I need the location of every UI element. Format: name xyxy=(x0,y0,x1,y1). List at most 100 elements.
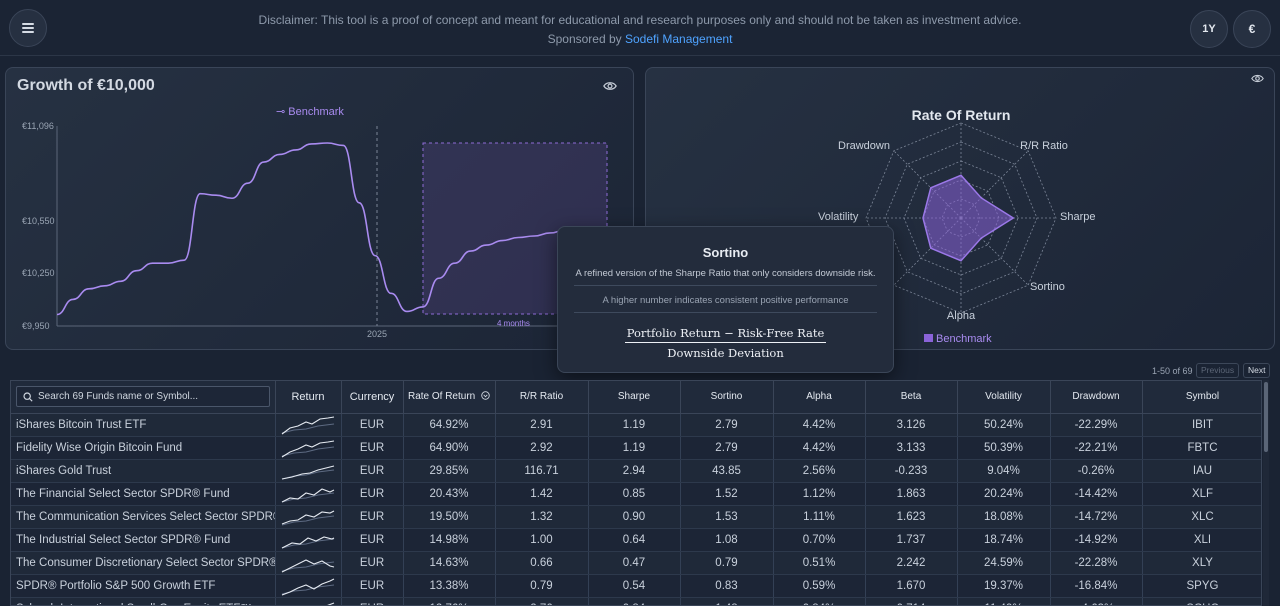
value-cell: 0.90 xyxy=(588,505,681,529)
value-cell: 2.76 xyxy=(495,597,589,605)
column-header[interactable]: Sortino xyxy=(680,381,774,414)
table-row[interactable]: Fidelity Wise Origin Bitcoin Fund EUR 64.9… xyxy=(11,436,1261,460)
column-header[interactable]: Currency xyxy=(341,381,404,414)
value-cell: 4.42% xyxy=(773,436,866,460)
return-sparkline xyxy=(281,510,335,525)
fund-name-cell: The Industrial Select Sector SPDR® Fund xyxy=(11,528,276,552)
search-box[interactable] xyxy=(16,386,270,408)
value-cell: 0.84% xyxy=(773,597,866,605)
sort-icon[interactable] xyxy=(481,391,490,400)
value-cell: 19.37% xyxy=(957,574,1051,598)
sparkline-fund xyxy=(281,464,335,480)
currency-button[interactable]: € xyxy=(1233,10,1271,48)
value-cell: 1.623 xyxy=(865,505,958,529)
radar-axis-label: Volatility xyxy=(818,211,859,223)
return-sparkline xyxy=(281,558,335,572)
search-input[interactable] xyxy=(38,391,258,403)
symbol-cell: FBTC xyxy=(1142,436,1261,460)
previous-button[interactable]: Previous xyxy=(1196,363,1240,378)
value-cell: EUR xyxy=(341,597,404,605)
column-header[interactable]: Sharpe xyxy=(588,381,681,414)
value-cell: 0.47 xyxy=(588,551,681,575)
search-icon xyxy=(23,392,33,402)
radar-title: Rate Of Return xyxy=(912,107,1011,123)
fund-name-cell: The Communication Services Select Sector… xyxy=(11,505,276,529)
return-sparkline xyxy=(325,601,335,605)
return-sparkline-cell xyxy=(275,528,342,552)
table-row[interactable]: The Communication Services Select Sector… xyxy=(11,505,1261,529)
top-header: Disclaimer: This tool is a proof of conc… xyxy=(0,0,1280,56)
column-header[interactable]: Alpha xyxy=(773,381,866,414)
menu-button[interactable] xyxy=(9,9,47,47)
column-header-rate-of-return[interactable]: Rate Of Return xyxy=(403,381,496,414)
scrollbar-thumb[interactable] xyxy=(1264,382,1268,452)
value-cell: 1.42 xyxy=(495,482,589,506)
value-cell: 2.94 xyxy=(588,459,681,483)
period-button[interactable]: 1Y xyxy=(1190,10,1228,48)
fund-name-cell: SPDR® Portfolio S&P 500 Growth ETF xyxy=(11,574,276,598)
table-row[interactable]: iShares Gold Trust EUR 29.85% 116.71 2.94 43.… xyxy=(11,459,1261,483)
tooltip-description: A refined version of the Sharpe Ratio th… xyxy=(575,268,876,279)
value-cell: 0.59% xyxy=(773,574,866,598)
column-header[interactable]: Return xyxy=(275,381,342,414)
value-cell: 20.24% xyxy=(957,482,1051,506)
column-header[interactable]: Drawdown xyxy=(1050,381,1143,414)
column-header[interactable]: Beta xyxy=(865,381,958,414)
sparkline-fund xyxy=(281,578,335,596)
column-header-label: Rate Of Return xyxy=(407,391,476,403)
value-cell: 1.48 xyxy=(680,597,774,605)
symbol-cell: IAU xyxy=(1142,459,1261,483)
table-row[interactable]: The Industrial Select Sector SPDR® Fund E… xyxy=(11,528,1261,552)
sortino-formula: Portfolio Return − Risk-Free Rate Downsi… xyxy=(624,326,827,360)
value-cell: 1.19 xyxy=(588,436,681,460)
table-row[interactable]: Schwab International Small-Cap Equity ET… xyxy=(11,597,1261,605)
value-cell: 20.43% xyxy=(403,482,496,506)
symbol-cell: SPYG xyxy=(1142,574,1261,598)
value-cell: 1.00 xyxy=(495,528,589,552)
range-label: 4 months xyxy=(497,319,530,328)
value-cell: 50.24% xyxy=(957,413,1051,437)
growth-chart[interactable]: 4 months xyxy=(6,68,635,351)
return-sparkline-cell xyxy=(275,436,342,460)
value-cell: 1.08 xyxy=(680,528,774,552)
value-cell: EUR xyxy=(341,436,404,460)
return-sparkline-cell xyxy=(275,505,342,529)
symbol-cell: XLY xyxy=(1142,551,1261,575)
return-sparkline xyxy=(281,415,335,434)
symbol-cell: XLI xyxy=(1142,528,1261,552)
table-row[interactable]: The Consumer Discretionary Select Sector… xyxy=(11,551,1261,575)
value-cell: -22.21% xyxy=(1050,436,1143,460)
value-cell: 3.126 xyxy=(865,413,958,437)
sparkline-fund xyxy=(281,439,335,457)
value-cell: -0.233 xyxy=(865,459,958,483)
value-cell: 18.74% xyxy=(957,528,1051,552)
value-cell: 9.04% xyxy=(957,459,1051,483)
tooltip-divider xyxy=(574,285,877,286)
value-cell: 0.70% xyxy=(773,528,866,552)
value-cell: 0.85 xyxy=(588,482,681,506)
sponsor-link[interactable]: Sodefi Management xyxy=(625,32,732,46)
column-header[interactable]: R/R Ratio xyxy=(495,381,589,414)
table-scrollbar[interactable] xyxy=(1263,380,1269,606)
fund-name-cell: iShares Gold Trust xyxy=(11,459,276,483)
value-cell: 2.79 xyxy=(680,436,774,460)
table-row[interactable]: The Financial Select Sector SPDR® Fund EU… xyxy=(11,482,1261,506)
funds-table: Return Currency Rate Of Return R/R Ratio… xyxy=(10,380,1262,606)
table-row[interactable]: SPDR® Portfolio S&P 500 Growth ETF EUR 13.… xyxy=(11,574,1261,598)
value-cell: 18.08% xyxy=(957,505,1051,529)
value-cell: 2.56% xyxy=(773,459,866,483)
value-cell: -16.84% xyxy=(1050,574,1143,598)
column-header[interactable]: Volatility xyxy=(957,381,1051,414)
value-cell: -14.92% xyxy=(1050,528,1143,552)
return-sparkline xyxy=(281,464,335,480)
return-sparkline xyxy=(281,439,335,457)
table-row[interactable]: iShares Bitcoin Trust ETF EUR 64.92% 2.91 1.… xyxy=(11,413,1261,437)
value-cell: 1.863 xyxy=(865,482,958,506)
value-cell: -22.29% xyxy=(1050,413,1143,437)
next-button[interactable]: Next xyxy=(1243,363,1271,378)
value-cell: 2.242 xyxy=(865,551,958,575)
value-cell: 0.83 xyxy=(680,574,774,598)
value-cell: -0.26% xyxy=(1050,459,1143,483)
value-cell: 64.92% xyxy=(403,413,496,437)
column-header[interactable]: Symbol xyxy=(1142,381,1261,414)
